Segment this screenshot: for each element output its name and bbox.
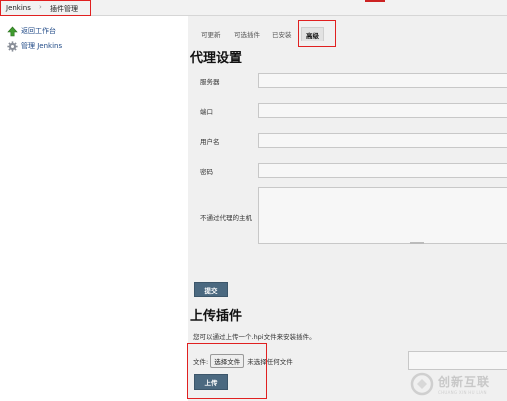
top-accent-bar xyxy=(365,0,385,2)
server-label: 服务器 xyxy=(200,78,220,86)
username-field[interactable] xyxy=(258,133,507,148)
watermark-logo: 创新互联 CHUANG XIN HU LIAN xyxy=(410,366,507,401)
port-field[interactable] xyxy=(258,103,507,118)
sidebar-item-manage-jenkins[interactable]: 管理 Jenkins xyxy=(7,40,62,52)
no-proxy-hosts-textarea[interactable] xyxy=(258,187,507,244)
tab-installed[interactable]: 已安装 xyxy=(272,27,292,40)
gear-icon xyxy=(7,40,18,52)
annotation-box-breadcrumb xyxy=(0,0,91,16)
tab-available[interactable]: 可选插件 xyxy=(234,27,260,40)
annotation-box-advanced-tab xyxy=(298,20,336,47)
upload-hint-text: 您可以通过上传一个.hpi文件来安装插件。 xyxy=(193,333,316,341)
sidebar-item-back-to-dashboard[interactable]: 返回工作台 xyxy=(7,25,56,37)
port-label: 端口 xyxy=(200,108,213,116)
sidebar-item-label: 返回工作台 xyxy=(21,27,56,35)
annotation-box-upload xyxy=(187,343,267,399)
watermark-subtext: CHUANG XIN HU LIAN xyxy=(438,389,487,395)
password-label: 密码 xyxy=(200,168,213,176)
username-label: 用户名 xyxy=(200,138,220,146)
password-field[interactable] xyxy=(258,163,507,178)
submit-button[interactable]: 提交 xyxy=(194,282,228,297)
proxy-settings-title: 代理设置 xyxy=(190,51,243,66)
watermark-icon xyxy=(410,372,434,395)
watermark-text: 创新互联 xyxy=(438,374,491,389)
server-field[interactable] xyxy=(258,73,507,88)
no-proxy-hosts-label: 不通过代理的主机 xyxy=(200,214,252,222)
upload-plugin-title: 上传插件 xyxy=(190,309,243,324)
tab-updates[interactable]: 可更新 xyxy=(201,27,221,40)
up-arrow-icon xyxy=(7,26,18,37)
sidebar-item-label: 管理 Jenkins xyxy=(21,42,63,50)
textarea-resize-handle[interactable] xyxy=(410,242,424,244)
